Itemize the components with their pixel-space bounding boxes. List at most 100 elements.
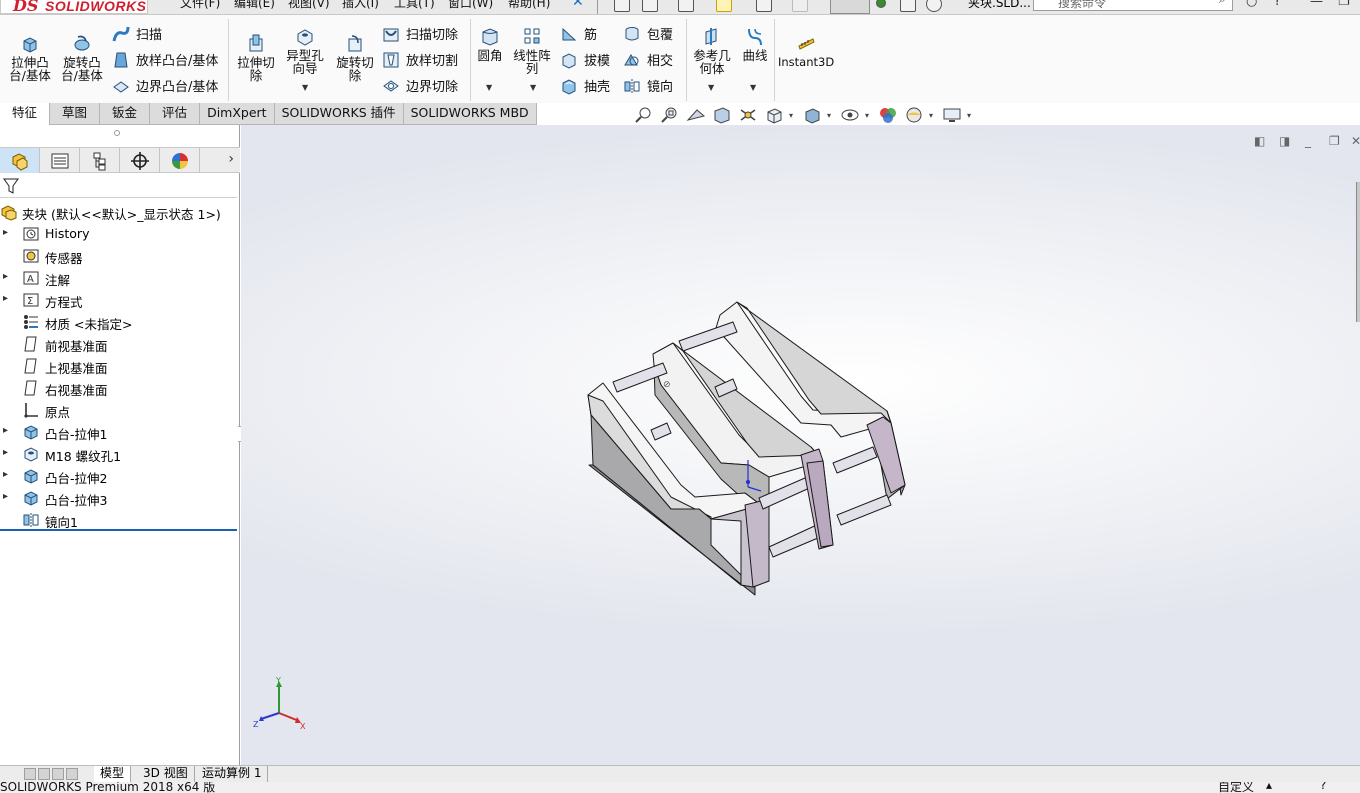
tree-root-part[interactable]: 夹块 (默认<<默认>_显示状态 1>) (0, 201, 240, 223)
expand-arrow-icon[interactable]: ▸ (3, 227, 8, 238)
tab-evaluate[interactable]: 评估 (150, 103, 201, 125)
section-view-icon[interactable] (711, 106, 733, 124)
previous-view-icon[interactable] (685, 106, 707, 124)
hole-wizard-dropdown-icon[interactable]: ▼ (302, 83, 308, 92)
graphics-area[interactable]: ◧ ◨ _ ❐ ✕ ⊘ Y X Z (241, 125, 1360, 765)
tree-item[interactable]: 前视基准面 (0, 333, 240, 355)
tree-item[interactable]: ▸ 凸台-拉伸3 (0, 487, 240, 509)
tree-item[interactable]: 材质 <未指定> (0, 311, 240, 333)
restore-icon[interactable]: ❐ (1338, 0, 1350, 9)
select-tool-button[interactable] (830, 0, 870, 14)
revolve-cut-button[interactable]: 旋转切 除 (332, 33, 378, 82)
menu-window[interactable]: 窗口(W) (448, 0, 493, 11)
units-dropdown-icon[interactable]: ▴ (1266, 782, 1272, 792)
tree-item[interactable]: ▸ A 注解 (0, 267, 240, 289)
expand-arrow-icon[interactable]: ▸ (3, 271, 8, 282)
tree-item[interactable]: 原点 (0, 399, 240, 421)
search-commands-input[interactable]: 搜索命令 ⌕ (1033, 0, 1233, 11)
menu-file[interactable]: 文件(F) (180, 0, 220, 11)
menu-tools[interactable]: 工具(T) (394, 0, 435, 11)
reference-geometry-dropdown-icon[interactable]: ▼ (708, 83, 714, 92)
loft-boss-button[interactable]: 放样凸台/基体 (112, 50, 218, 70)
tab-motion-study-1[interactable]: 运动算例 1 (196, 766, 269, 782)
last-tab-nav-icon[interactable] (66, 768, 78, 780)
solidworks-logo[interactable]: DS SOLIDWORKS (0, 0, 148, 14)
file-properties-icon[interactable] (900, 0, 916, 12)
menu-help[interactable]: 帮助(H) (508, 0, 550, 11)
fillet-dropdown-icon[interactable]: ▼ (486, 83, 492, 92)
displaymanager-tab[interactable] (160, 148, 200, 173)
home-icon[interactable] (614, 0, 630, 12)
display-style-icon[interactable] (801, 106, 823, 124)
propertymanager-tab[interactable] (40, 148, 80, 173)
more-tabs-arrow-icon[interactable]: › (228, 151, 234, 167)
tree-item[interactable]: ▸ 凸台-拉伸1 (0, 421, 240, 443)
curves-button[interactable]: 曲线 (738, 26, 772, 62)
filter-icon[interactable] (3, 178, 19, 194)
hide-show-dropdown-icon[interactable]: ▾ (865, 111, 873, 120)
extrude-cut-button[interactable]: 拉伸切 除 (234, 33, 278, 82)
tree-item[interactable]: ▸ Σ 方程式 (0, 289, 240, 311)
edit-appearance-icon[interactable] (877, 106, 899, 124)
tab-model[interactable]: 模型 (94, 766, 132, 782)
tab-solidworks-mbd[interactable]: SOLIDWORKS MBD (403, 103, 537, 125)
menu-view[interactable]: 视图(V) (288, 0, 330, 11)
clamp-block-model[interactable]: ⊘ (241, 125, 1360, 765)
help-status-icon[interactable]: ? (1320, 782, 1326, 792)
expand-arrow-icon[interactable]: ▸ (3, 293, 8, 304)
apply-scene-icon[interactable] (903, 106, 925, 124)
tab-sketch[interactable]: 草图 (50, 103, 101, 125)
save-icon[interactable] (716, 0, 732, 12)
zoom-to-area-icon[interactable] (659, 106, 681, 124)
rib-button[interactable]: 筋 (560, 24, 597, 44)
view-orientation-icon[interactable] (763, 106, 785, 124)
user-icon[interactable]: ○ (1246, 0, 1257, 9)
shell-button[interactable]: 抽壳 (560, 76, 610, 96)
apply-scene-dropdown-icon[interactable]: ▾ (929, 111, 937, 120)
zoom-to-fit-icon[interactable] (633, 106, 655, 124)
open-icon[interactable] (678, 0, 694, 12)
linear-pattern-button[interactable]: 线性阵 列 (510, 26, 554, 75)
mirror-button[interactable]: 镜向 (623, 76, 673, 96)
menu-insert[interactable]: 插入(I) (342, 0, 379, 11)
tree-item[interactable]: 传感器 (0, 245, 240, 267)
extrude-boss-button[interactable]: 拉伸凸 台/基体 (6, 33, 54, 82)
new-document-icon[interactable] (642, 0, 658, 12)
instant3d-button[interactable]: Instant3D (778, 33, 834, 69)
dimxpertmanager-tab[interactable] (120, 148, 160, 173)
expand-arrow-icon[interactable]: ▸ (3, 469, 8, 480)
dynamic-annotation-view-icon[interactable] (737, 106, 759, 124)
tree-item[interactable]: 镜向1 (0, 509, 240, 531)
print-icon[interactable] (756, 0, 772, 12)
prev-tab-nav-icon[interactable] (38, 768, 50, 780)
minimize-icon[interactable]: — (1310, 0, 1323, 9)
tree-item[interactable]: 上视基准面 (0, 355, 240, 377)
expand-arrow-icon[interactable]: ▸ (3, 491, 8, 502)
boundary-boss-button[interactable]: 边界凸台/基体 (112, 76, 218, 96)
tab-solidworks-addins[interactable]: SOLIDWORKS 插件 (274, 103, 404, 125)
view-orientation-dropdown-icon[interactable]: ▾ (789, 111, 797, 120)
help-icon[interactable]: ? (1274, 0, 1281, 9)
boundary-cut-button[interactable]: 边界切除 (382, 76, 458, 96)
menu-edit[interactable]: 编辑(E) (234, 0, 275, 11)
rollback-bar[interactable] (0, 529, 237, 531)
hide-show-items-icon[interactable] (839, 106, 861, 124)
panel-grip-icon[interactable] (114, 130, 120, 136)
loft-cut-button[interactable]: 放样切割 (382, 50, 458, 70)
curves-dropdown-icon[interactable]: ▼ (750, 83, 756, 92)
tree-item[interactable]: 右视基准面 (0, 377, 240, 399)
tree-filter-row[interactable] (0, 174, 237, 198)
first-tab-nav-icon[interactable] (24, 768, 36, 780)
revolve-boss-button[interactable]: 旋转凸 台/基体 (58, 33, 106, 82)
tree-item[interactable]: ▸ 凸台-拉伸2 (0, 465, 240, 487)
view-settings-dropdown-icon[interactable]: ▾ (967, 111, 975, 120)
fillet-button[interactable]: 圆角 (474, 26, 506, 62)
tab-sheet-metal[interactable]: 钣金 (100, 103, 151, 125)
options-gear-icon[interactable] (926, 0, 942, 12)
intersect-button[interactable]: 相交 (623, 50, 673, 70)
hole-wizard-button[interactable]: 异型孔 向导 (282, 26, 328, 75)
expand-arrow-icon[interactable]: ▸ (3, 425, 8, 436)
pin-menu-icon[interactable]: ✕ (572, 0, 584, 10)
wrap-button[interactable]: 包覆 (623, 24, 673, 44)
configurationmanager-tab[interactable] (80, 148, 120, 173)
